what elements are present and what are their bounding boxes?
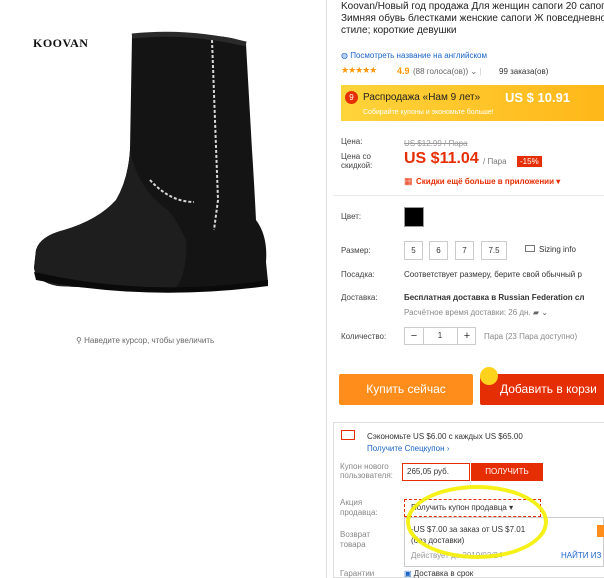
- quantity-stepper[interactable]: − 1 +: [404, 327, 476, 345]
- truck-icon: ▰: [532, 308, 540, 317]
- new-user-coupon-value: 265,05 руб.: [402, 463, 470, 481]
- sizing-info-link[interactable]: Sizing info: [539, 245, 576, 254]
- column-divider: [326, 0, 327, 578]
- coupon-tab-icon: [597, 525, 604, 537]
- zoom-hint: ⚲ Наведите курсор, чтобы увеличить: [76, 336, 214, 345]
- current-price: US $11.04: [404, 150, 479, 167]
- chevron-down-icon: ⌄: [470, 67, 478, 76]
- promo-banner[interactable]: 9 Распродажа «Нам 9 лет» US $ 10.91 Соби…: [341, 85, 604, 121]
- zoom-hint-text: Наведите курсор, чтобы увеличить: [84, 336, 215, 345]
- promo-price: US $ 10.91: [505, 90, 571, 105]
- votes-link[interactable]: (88 голоса(ов)) ⌄ |: [413, 67, 481, 76]
- find-coupon-link[interactable]: НАЙТИ ИЗ: [561, 551, 601, 560]
- globe-icon: ◍: [341, 51, 348, 60]
- old-price: US $12.99 / Пара: [404, 139, 468, 148]
- votes-text[interactable]: (88 голоса(ов)): [413, 67, 468, 76]
- product-image[interactable]: [18, 30, 308, 310]
- shipping-value: Бесплатная доставка в Russian Federation…: [404, 293, 585, 302]
- price-unit: / Пара: [483, 157, 507, 166]
- promo-text: Распродажа «Нам 9 лет»: [363, 92, 481, 103]
- caret-down-icon: ▾: [556, 177, 561, 186]
- special-coupon-text[interactable]: Получите Спецкупон: [367, 444, 445, 453]
- quantity-label: Количество:: [341, 332, 387, 341]
- orders-count: 99 заказа(ов): [499, 67, 549, 76]
- new-user-coupon-label: Купон нового пользователя:: [340, 462, 393, 480]
- quantity-input[interactable]: 1: [423, 328, 457, 344]
- app-discount-link[interactable]: Скидки ещё больше в приложении ▾: [416, 177, 560, 186]
- size-option[interactable]: 7: [455, 241, 474, 260]
- save-text: Сэкономьте US $6.00 с каждых US $65.00: [367, 432, 523, 441]
- discount-badge: -15%: [517, 156, 542, 167]
- sale-tag-icon: 9: [345, 91, 358, 104]
- price-label: Цена:: [341, 137, 363, 146]
- return-label: Возврат товара: [340, 530, 370, 549]
- guarantee-value-text: Доставка в срок: [413, 569, 474, 578]
- quantity-decrease-button[interactable]: −: [405, 328, 424, 344]
- product-title: Koovan/Новый год продажа Для женщин сапо…: [341, 1, 604, 36]
- magnifier-icon: ⚲: [76, 336, 82, 345]
- get-coupon-button[interactable]: ПОЛУЧИТЬ: [471, 463, 543, 481]
- quantity-stock: Пара (23 Пара доступно): [484, 332, 578, 341]
- shipping-time: Расчётное время доставки: 26 дн. ▰ ⌄: [404, 308, 548, 317]
- guarantee-value: ▣ Доставка в срок: [404, 569, 473, 578]
- chevron-right-icon: ›: [446, 444, 450, 453]
- chevron-down-icon: ⌄: [541, 308, 549, 317]
- badge-icon: [480, 367, 498, 385]
- guarantee-label: Гарантии: [340, 569, 375, 578]
- divider: [333, 195, 604, 196]
- gift-icon: [341, 430, 355, 440]
- highlight-circle: [406, 485, 548, 559]
- rating-value: 4.9: [397, 66, 410, 76]
- size-option[interactable]: 7.5: [481, 241, 507, 260]
- quantity-increase-button[interactable]: +: [457, 328, 476, 344]
- product-details: Koovan/Новый год продажа Для женщин сапо…: [333, 0, 604, 578]
- app-discount-text[interactable]: Скидки ещё больше в приложении: [416, 177, 554, 186]
- translate-link-text[interactable]: Посмотреть название на английском: [350, 51, 487, 60]
- add-to-cart-button[interactable]: Добавить в корзи: [480, 374, 604, 405]
- promo-subtext: Собирайте купоны и экономьте больше!: [363, 109, 494, 116]
- shipping-label: Доставка:: [341, 293, 378, 302]
- color-swatch-black[interactable]: [404, 207, 424, 227]
- seller-promo-label: Акция продавца:: [340, 498, 378, 517]
- size-label: Размер:: [341, 246, 371, 255]
- qr-code-icon: ▦: [404, 176, 413, 186]
- size-option[interactable]: 6: [429, 241, 448, 260]
- ruler-icon: [525, 245, 535, 252]
- special-coupon-link[interactable]: Получите Спецкупон ›: [367, 444, 449, 453]
- buy-now-button[interactable]: Купить сейчас: [339, 374, 473, 405]
- size-option[interactable]: 5: [404, 241, 423, 260]
- discount-price-label: Цена со скидкой:: [341, 152, 373, 170]
- rating-stars-icon: ★★★★★: [341, 65, 377, 75]
- color-label: Цвет:: [341, 212, 362, 221]
- shipping-time-text: Расчётное время доставки: 26 дн.: [404, 308, 531, 317]
- fit-value: Соответствует размеру, берите свой обычн…: [404, 270, 582, 279]
- translate-link[interactable]: ◍ Посмотреть название на английском: [341, 51, 487, 60]
- shield-icon: ▣: [404, 569, 412, 578]
- product-gallery: KOOVAN ⚲ Наведите курсор, чтобы увеличит…: [0, 0, 326, 578]
- fit-label: Посадка:: [341, 270, 375, 279]
